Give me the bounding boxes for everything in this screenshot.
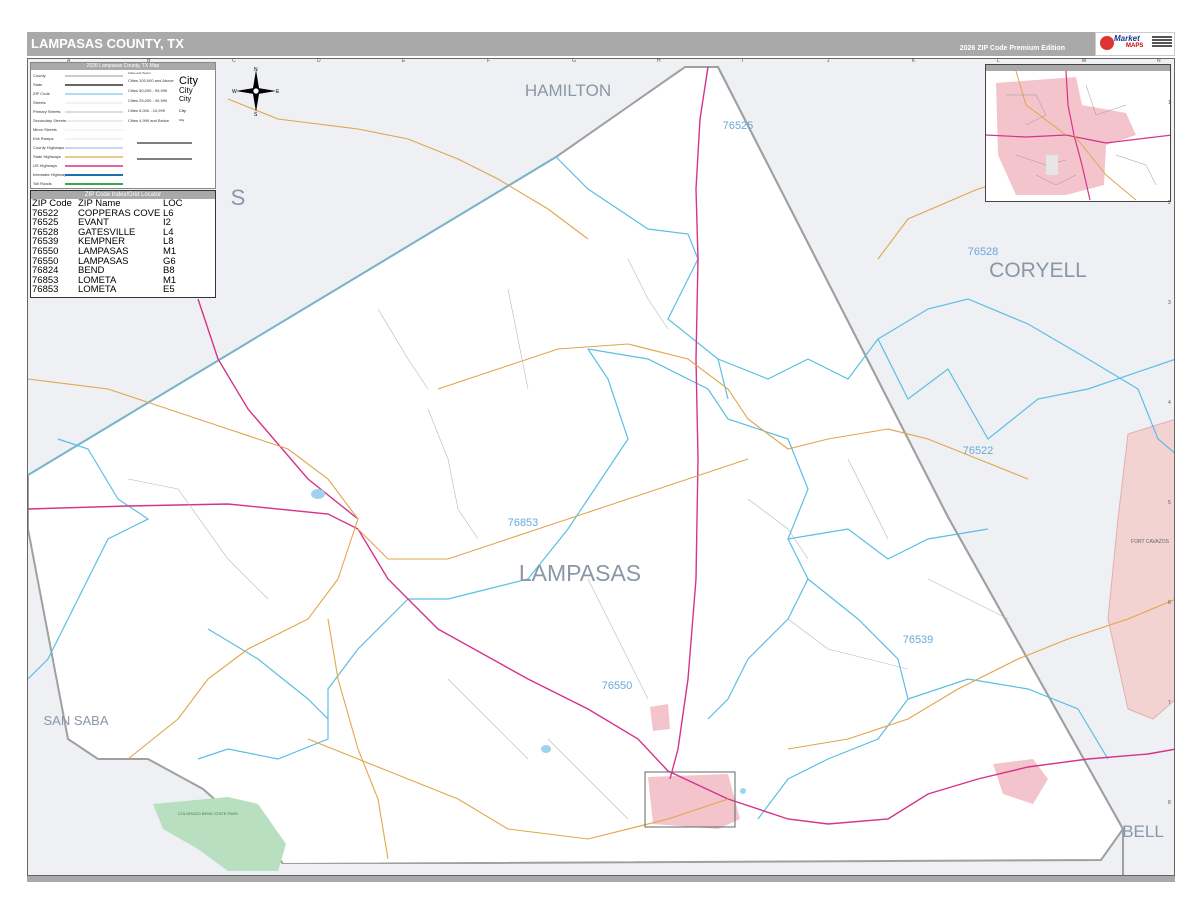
logo-text-market: Market (1114, 34, 1140, 43)
legend-scale-bars (137, 142, 192, 160)
grid-label: 2 (1168, 200, 1171, 206)
pond-2 (740, 788, 746, 794)
grid-label: 4 (1168, 400, 1171, 406)
zip-code-cell: 76853 (32, 284, 59, 296)
south-neighbor-strip (28, 864, 1174, 875)
grid-label: N (1157, 58, 1161, 64)
legend-city-range: Cities 50,000 - 99,999 (128, 88, 168, 93)
zip-label-76853: 76853 (508, 517, 539, 529)
park-label: COLORADO BEND STATE PARK (178, 811, 239, 816)
zip-name-cell: LOMETA (78, 284, 117, 296)
grid-label: G (572, 58, 576, 64)
legend-item: Exit Ramps (33, 136, 54, 141)
legend-item: Secondary Streets (33, 118, 66, 123)
legend-item: Streets (33, 100, 46, 105)
legend-item: State Highways (33, 154, 61, 159)
legend-cities-heading: Cities and Towns (128, 71, 151, 75)
map-legend: 2026 Lampasas County, TX Map County Stat… (30, 62, 216, 189)
legend-city-sample: City (179, 108, 186, 113)
legend-city-sample: City (179, 96, 192, 103)
compass-rose-icon: N S W E (232, 67, 280, 116)
legend-city-range: Cities 4,999 and Below (128, 118, 169, 123)
edition-label: 2026 ZIP Code Premium Edition (959, 45, 1065, 52)
legend-item: County Highways (33, 145, 65, 150)
coryell-label: CORYELL (989, 259, 1087, 282)
partial-county-label: S (231, 185, 246, 210)
lampasas-county-label: LAMPASAS (519, 560, 641, 586)
grid-label: C (232, 58, 236, 64)
compass-s: S (254, 112, 258, 116)
legend-city-sample: City (179, 86, 193, 95)
legend-item: US Highways (33, 163, 58, 168)
grid-label: 1 (1168, 100, 1171, 106)
grid-label: D (317, 58, 321, 64)
zip-loc-cell: E5 (163, 284, 175, 296)
bottom-border-strip (27, 876, 1175, 882)
grid-label: H (657, 58, 661, 64)
zip-label-76550: 76550 (602, 680, 633, 692)
compass-e: E (276, 89, 280, 95)
compass-w: W (232, 89, 237, 95)
grid-label: A (67, 58, 71, 64)
bell-label: BELL (1122, 822, 1164, 841)
title-bar: LAMPASAS COUNTY, TX 2026 ZIP Code Premiu… (27, 32, 1175, 56)
zip-table: ZIP Code ZIP Name LOC 76522 COPPERAS COVE… (32, 199, 183, 295)
san-saba-label: SAN SABA (43, 713, 108, 728)
zip-label-76539: 76539 (903, 634, 934, 646)
compass-n: N (254, 67, 258, 73)
legend-city-range: Cities 100,000 and Above (128, 78, 174, 83)
lake (311, 489, 325, 499)
grid-top-labels: A B C D E F G H I J K L M N (27, 58, 1175, 66)
legend-item: Primary Streets (33, 109, 61, 114)
inset-map-svg (986, 65, 1170, 201)
legend-item: County (33, 73, 46, 78)
grid-label: B (147, 58, 151, 64)
legend-item: Minor Streets (33, 127, 57, 132)
legend-city-range: Cities 25,000 - 49,999 (128, 98, 168, 103)
grid-label: 7 (1168, 700, 1171, 706)
legend-city-range: Cities 5,000 - 24,999 (128, 108, 165, 113)
zip-code-index: ZIP Code Index/Grid Locator ZIP Code ZIP… (30, 190, 216, 298)
grid-right-labels: 1 2 3 4 5 6 7 8 (1168, 60, 1176, 876)
legend-line-samples (65, 75, 123, 185)
grid-label: 5 (1168, 500, 1171, 506)
legend-city-sample: City (179, 118, 185, 122)
zip-label-76528: 76528 (968, 246, 999, 258)
logo-globe-icon (1100, 36, 1114, 50)
map-title: LAMPASAS COUNTY, TX (31, 36, 184, 51)
grid-label: K (912, 58, 916, 64)
grid-label: F (487, 58, 491, 64)
grid-label: 6 (1168, 600, 1171, 606)
logo-text-maps: MAPS (1126, 43, 1144, 49)
hamilton-label: HAMILTON (525, 81, 611, 100)
pond (541, 745, 551, 753)
legend-item: State (33, 82, 43, 87)
inset-map-lampasas-city (985, 64, 1171, 202)
grid-label: E (402, 58, 406, 64)
grid-label: J (827, 58, 830, 64)
legend-item: ZIP Code (33, 91, 50, 96)
market-maps-logo: Market MAPS (1095, 32, 1175, 56)
grid-label: L (997, 58, 1000, 64)
legend-item: Toll Roads (33, 181, 52, 186)
zip-label-76525: 76525 (723, 120, 754, 132)
grid-label: I (742, 58, 744, 64)
grid-label: 3 (1168, 300, 1171, 306)
logo-info-lines (1152, 35, 1172, 53)
grid-label: M (1082, 58, 1087, 64)
fort-cavazos-label: FORT CAVAZOS (1131, 539, 1170, 545)
grid-label: 8 (1168, 800, 1171, 806)
zip-label-76522: 76522 (963, 445, 994, 457)
table-row: 76853 LOMETA E5 (32, 285, 183, 295)
lometa-city-area (650, 704, 670, 731)
legend-item: Interstate Highways (33, 172, 69, 177)
